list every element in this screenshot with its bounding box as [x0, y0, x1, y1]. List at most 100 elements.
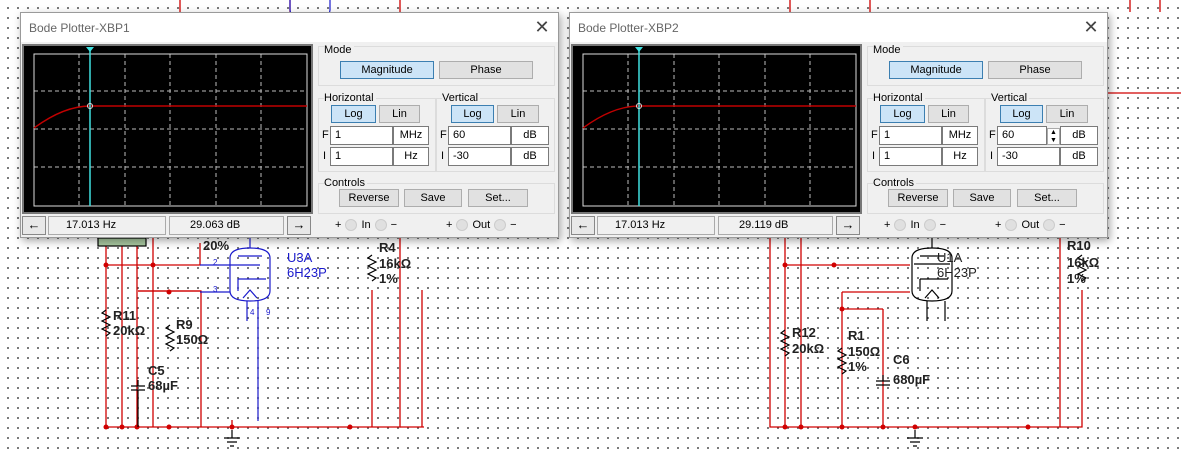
horizontal-initial-unit[interactable]: Hz [393, 147, 429, 166]
tube-type-u3a: 6H23P [287, 265, 327, 280]
save-button[interactable]: Save [404, 189, 462, 207]
title-bar[interactable]: Bode Plotter-XBP2 ✕ [570, 13, 1107, 42]
horizontal-initial-input[interactable]: 1 [330, 147, 393, 166]
c5-ref[interactable]: C5 [148, 363, 165, 378]
out-plus-label: + [446, 219, 453, 231]
input-terminals: + In − [335, 219, 398, 232]
cursor-right-button[interactable]: → [287, 216, 311, 235]
pin-4-label: 4 [250, 308, 255, 317]
horizontal-lin-button[interactable]: Lin [928, 105, 969, 123]
r10-ref[interactable]: R10 [1067, 238, 1091, 253]
controls-label: Controls [873, 177, 916, 189]
in-plus-terminal[interactable] [894, 219, 907, 232]
r12-ref[interactable]: R12 [792, 325, 816, 340]
vertical-final-label: F [440, 129, 447, 141]
vertical-final-spinner[interactable]: ▲ ▼ [1047, 128, 1060, 145]
out-plus-terminal[interactable] [1005, 219, 1018, 232]
vertical-log-button[interactable]: Log [1000, 105, 1043, 123]
out-minus-label: − [510, 219, 517, 231]
vertical-final-unit[interactable]: dB [1060, 126, 1098, 145]
c5-value: 68µF [148, 378, 178, 393]
save-button[interactable]: Save [953, 189, 1011, 207]
cursor-frequency-readout: 17.013 Hz [597, 216, 715, 235]
r10-tolerance: 1% [1067, 271, 1086, 286]
pin-3-label: 3 [213, 285, 218, 294]
output-terminals: + Out − [995, 219, 1066, 232]
r4-ref[interactable]: R4 [379, 240, 396, 255]
horizontal-final-input[interactable]: 1 [879, 126, 942, 145]
horizontal-final-unit[interactable]: MHz [942, 126, 978, 145]
horizontal-final-input[interactable]: 1 [330, 126, 393, 145]
bode-plot-svg [33, 47, 308, 207]
r12-value: 20kΩ [792, 341, 825, 356]
r10-value: 16kΩ [1067, 255, 1100, 270]
horizontal-label: Horizontal [873, 92, 925, 104]
vertical-final-input[interactable]: 60 [997, 126, 1047, 145]
tube-ref-u1a[interactable]: U1A [937, 250, 962, 265]
vertical-lin-button[interactable]: Lin [1046, 105, 1088, 123]
cursor-left-button[interactable]: ← [571, 216, 595, 235]
close-icon[interactable]: ✕ [1083, 17, 1099, 38]
set-button[interactable]: Set... [468, 189, 528, 207]
out-minus-label: − [1059, 219, 1066, 231]
in-plus-terminal[interactable] [345, 219, 358, 232]
vertical-final-unit[interactable]: dB [511, 126, 549, 145]
in-label: In [361, 219, 371, 231]
r11-value: 20kΩ [113, 323, 146, 338]
in-minus-label: − [390, 219, 398, 231]
horizontal-log-button[interactable]: Log [880, 105, 925, 123]
bode-plotter-window-1: Bode Plotter-XBP1 ✕ Mode Magnitude Phase… [20, 12, 559, 238]
r11-ref[interactable]: R11 [113, 308, 136, 323]
reverse-button[interactable]: Reverse [888, 189, 948, 207]
reverse-button[interactable]: Reverse [339, 189, 399, 207]
tube-ref-u3a[interactable]: U3A [287, 250, 312, 265]
cursor-handle-icon [635, 47, 643, 52]
pin-9-label: 9 [266, 308, 271, 317]
phase-button[interactable]: Phase [439, 61, 533, 79]
vertical-initial-input[interactable]: -30 [997, 147, 1060, 166]
horizontal-final-label: F [871, 129, 878, 141]
vertical-lin-button[interactable]: Lin [497, 105, 539, 123]
out-minus-terminal[interactable] [1043, 219, 1056, 232]
cursor-right-button[interactable]: → [836, 216, 860, 235]
cursor-left-button[interactable]: ← [22, 216, 46, 235]
cursor-frequency-readout: 17.013 Hz [48, 216, 166, 235]
vertical-initial-label: I [990, 150, 994, 162]
c6-ref[interactable]: C6 [893, 352, 910, 367]
bode-plot-display[interactable] [22, 44, 313, 214]
in-minus-terminal[interactable] [374, 219, 387, 232]
window-title: Bode Plotter-XBP2 [578, 21, 679, 35]
title-bar[interactable]: Bode Plotter-XBP1 ✕ [21, 13, 558, 42]
cursor-value-readout: 29.063 dB [169, 216, 284, 235]
magnitude-button[interactable]: Magnitude [340, 61, 434, 79]
horizontal-initial-unit[interactable]: Hz [942, 147, 978, 166]
vertical-final-input[interactable]: 60 [448, 126, 511, 145]
in-minus-label: − [939, 219, 947, 231]
r1-tolerance: 1% [848, 359, 867, 374]
magnitude-button[interactable]: Magnitude [889, 61, 983, 79]
out-plus-terminal[interactable] [456, 219, 469, 232]
set-button[interactable]: Set... [1017, 189, 1077, 207]
horizontal-final-unit[interactable]: MHz [393, 126, 429, 145]
vertical-initial-unit[interactable]: dB [511, 147, 549, 166]
r1-ref[interactable]: R1 [848, 328, 865, 343]
in-minus-terminal[interactable] [923, 219, 936, 232]
horizontal-initial-label: I [323, 150, 327, 162]
vertical-log-button[interactable]: Log [451, 105, 494, 123]
cursor-handle-icon [86, 47, 94, 52]
horizontal-lin-button[interactable]: Lin [379, 105, 420, 123]
horizontal-initial-input[interactable]: 1 [879, 147, 942, 166]
vertical-initial-label: I [441, 150, 445, 162]
r9-ref[interactable]: R9 [176, 317, 193, 332]
out-minus-terminal[interactable] [494, 219, 507, 232]
window-title: Bode Plotter-XBP1 [29, 21, 130, 35]
horizontal-label: Horizontal [324, 92, 376, 104]
bode-plot-display[interactable] [571, 44, 862, 214]
close-icon[interactable]: ✕ [534, 17, 550, 38]
vertical-initial-input[interactable]: -30 [448, 147, 511, 166]
horizontal-log-button[interactable]: Log [331, 105, 376, 123]
mode-label: Mode [324, 44, 354, 56]
vertical-initial-unit[interactable]: dB [1060, 147, 1098, 166]
vertical-label: Vertical [991, 92, 1030, 104]
phase-button[interactable]: Phase [988, 61, 1082, 79]
